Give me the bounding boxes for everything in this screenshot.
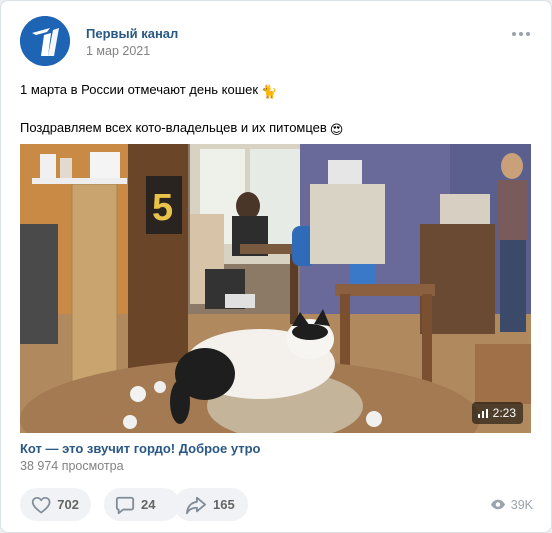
post-text-line: Поздравляем всех кото-владельцев и их пи…	[20, 120, 327, 135]
video-views: 38 974 просмотра	[20, 459, 124, 473]
heart-eyes-emoji-icon: 😍	[329, 122, 344, 137]
post-actions: 702 24 165 39K	[20, 488, 533, 521]
post-date[interactable]: 1 мар 2021	[86, 44, 150, 58]
comment-icon	[115, 496, 135, 514]
post-header: Первый канал 1 мар 2021	[20, 16, 533, 68]
signal-bars-icon	[477, 408, 488, 418]
share-count: 165	[213, 497, 235, 512]
channel-one-logo	[20, 16, 70, 66]
heart-icon	[31, 496, 51, 513]
video-thumbnail: 5	[20, 144, 531, 433]
post-view-count: 39K	[510, 497, 533, 512]
cat-emoji-icon: 🐈	[261, 84, 278, 99]
share-icon	[186, 496, 206, 514]
post-text-line: 1 марта в России отмечают день кошек	[20, 82, 259, 97]
eye-icon	[490, 499, 505, 510]
comment-count: 24	[141, 497, 156, 512]
channel-logo-avatar[interactable]	[20, 16, 70, 66]
video-duration: 2:23	[492, 406, 516, 420]
number-sign: 5	[152, 187, 173, 229]
video-player[interactable]: 5 2:23	[20, 144, 531, 433]
share-button[interactable]: 165	[174, 488, 248, 521]
post-card: Первый канал 1 мар 2021 1 марта в России…	[0, 0, 552, 533]
like-count: 702	[57, 497, 79, 512]
post-views: 39K	[490, 488, 533, 521]
post-author-link[interactable]: Первый канал	[86, 26, 178, 41]
video-title-link[interactable]: Кот — это звучит гордо! Доброе утро	[20, 441, 260, 456]
comment-button[interactable]: 24	[104, 488, 180, 521]
more-horizontal-icon[interactable]	[509, 27, 533, 41]
like-button[interactable]: 702	[20, 488, 91, 521]
video-duration-badge: 2:23	[471, 402, 523, 424]
